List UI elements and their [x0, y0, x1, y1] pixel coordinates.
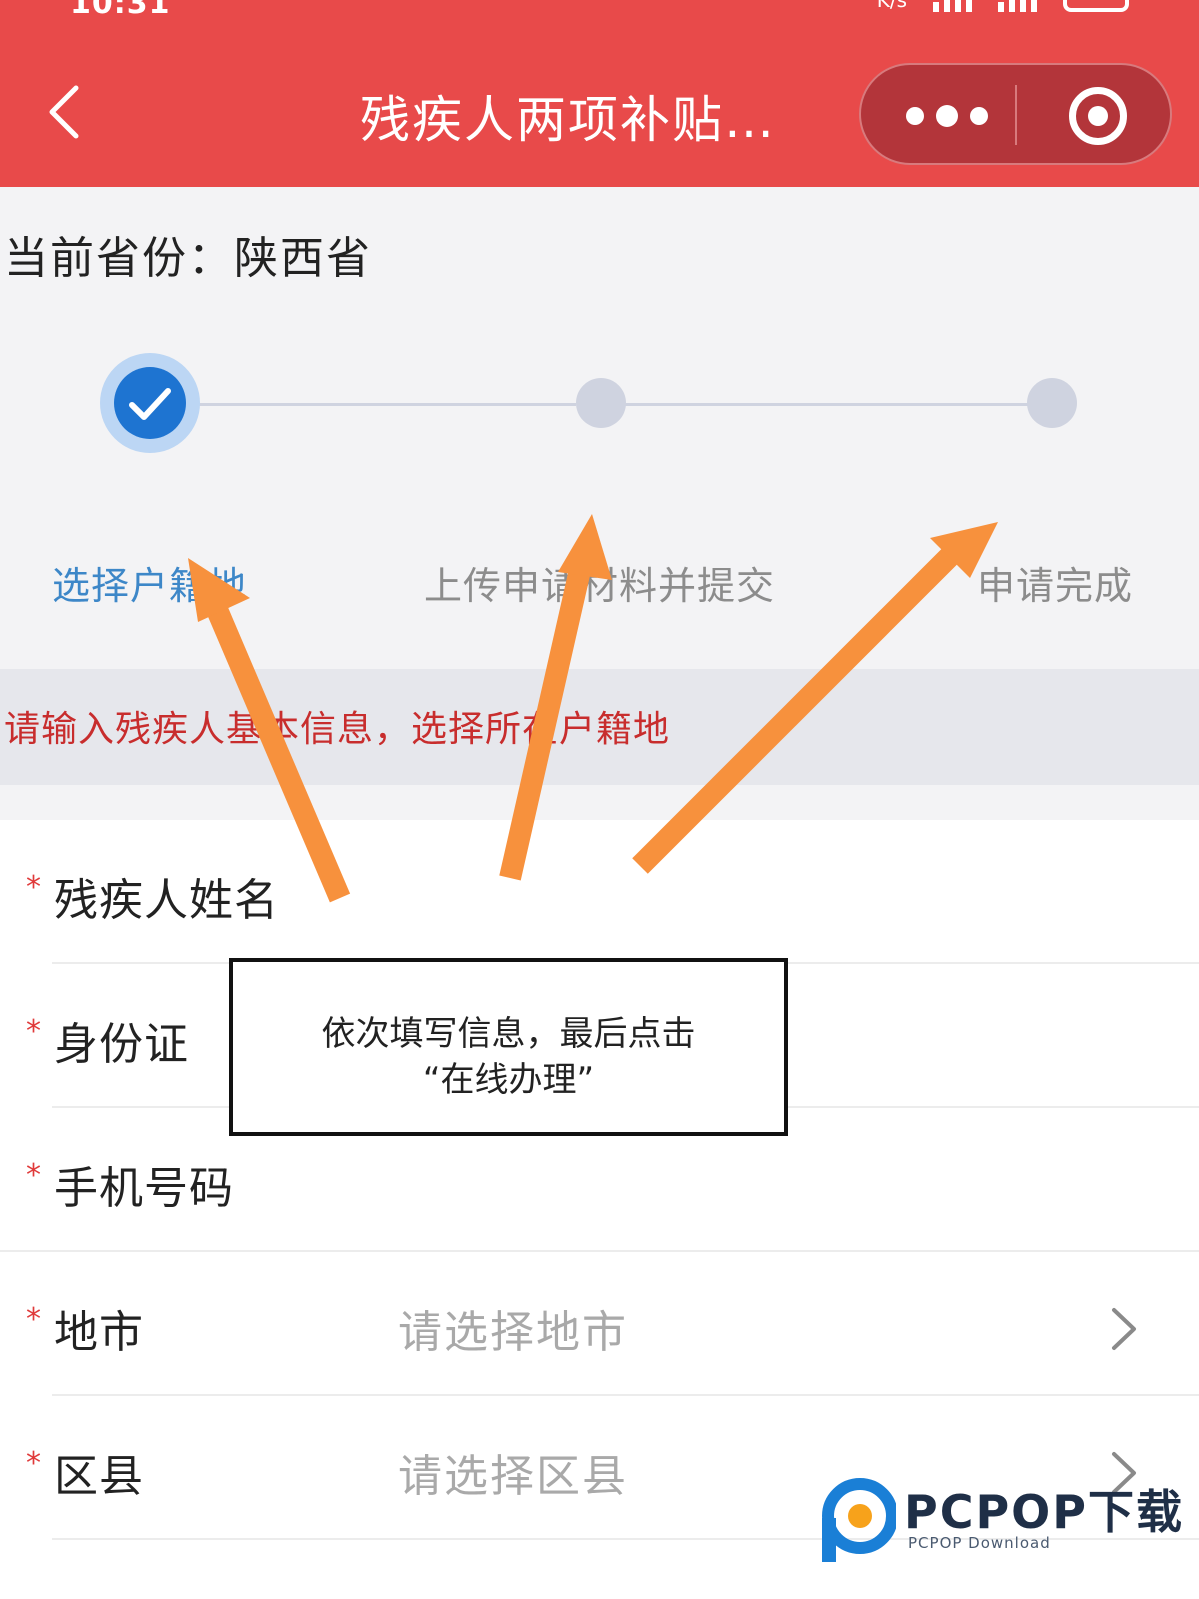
step-track-1 [196, 403, 576, 406]
watermark-brand: PCPOP下载 [904, 1485, 1185, 1539]
step-2-label: 上传申请材料并提交 [424, 564, 776, 608]
county-placeholder: 请选择区县 [398, 1451, 628, 1502]
step-3-dot [1027, 378, 1077, 428]
miniprogram-capsule [859, 63, 1172, 165]
required-mark: * [26, 870, 41, 905]
status-time: 10:31 [70, 0, 171, 21]
status-indicators: K/s [877, 0, 1129, 12]
pcpop-logo-icon [822, 1478, 896, 1562]
annotation-callout: 依次填写信息，最后点击 “在线办理” [229, 958, 788, 1136]
step-3-label: 申请完成 [977, 564, 1134, 608]
field-label: 地市 [54, 1307, 144, 1358]
step-2-dot [576, 378, 626, 428]
required-mark: * [26, 1158, 41, 1193]
required-mark: * [26, 1014, 41, 1049]
record-icon[interactable] [1069, 87, 1127, 145]
required-mark: * [26, 1302, 41, 1337]
watermark-sub: PCPOP Download [908, 1534, 1051, 1552]
check-icon [129, 388, 171, 420]
current-province: 当前省份：陕西省 [4, 233, 372, 284]
step-1-label: 选择户籍地 [52, 564, 248, 608]
field-label: 身份证 [54, 1019, 189, 1070]
more-dots-icon[interactable] [906, 103, 996, 129]
field-label: 区县 [54, 1451, 144, 1502]
field-name[interactable]: * 残疾人姓名 [0, 820, 1199, 964]
step-1-done [100, 353, 200, 453]
network-speed: K/s [876, 0, 907, 12]
nav-bar: 10:31 K/s 残疾人两项补贴… [0, 0, 1199, 187]
field-label: 手机号码 [54, 1163, 234, 1214]
capsule-divider [1015, 85, 1017, 145]
signal-icon-2 [998, 0, 1037, 12]
city-placeholder: 请选择地市 [398, 1307, 628, 1358]
battery-icon [1063, 0, 1129, 12]
chevron-right-icon [1112, 1308, 1136, 1350]
back-chevron-icon[interactable] [44, 84, 84, 140]
annotation-line-2: “在线办理” [422, 1060, 595, 1100]
required-mark: * [26, 1446, 41, 1481]
field-label: 残疾人姓名 [54, 875, 279, 926]
notice-text: 请输入残疾人基本信息，选择所在户籍地 [4, 709, 671, 750]
field-city[interactable]: * 地市 请选择地市 [0, 1252, 1199, 1396]
annotation-line-1: 依次填写信息，最后点击 [321, 1014, 696, 1054]
page-title: 残疾人两项补贴… [360, 91, 776, 149]
watermark: PCPOP下载 PCPOP Download [816, 1478, 1196, 1570]
step-track-2 [624, 403, 1034, 406]
signal-icon [933, 0, 972, 12]
